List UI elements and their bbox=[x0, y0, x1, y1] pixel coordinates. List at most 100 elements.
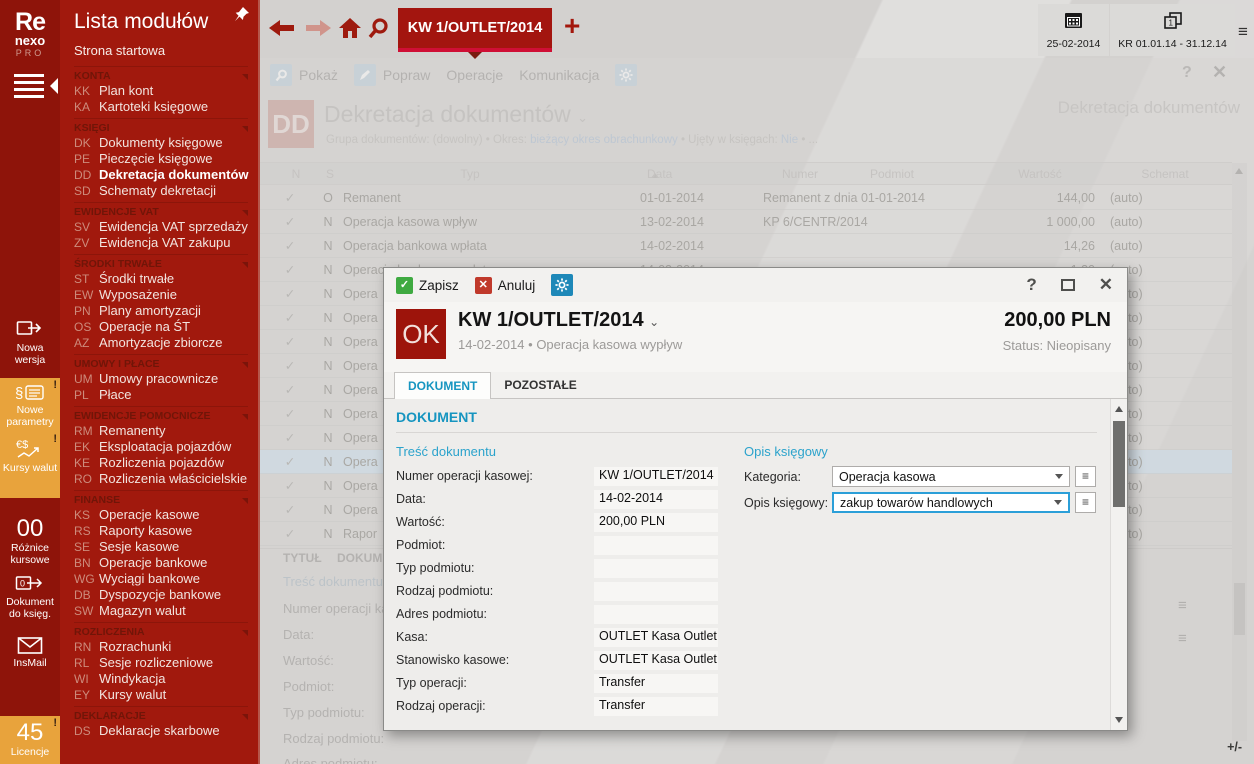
dialog-settings-button[interactable] bbox=[551, 274, 573, 296]
back-icon[interactable] bbox=[268, 19, 296, 37]
tab-pozostale[interactable]: POZOSTAŁE bbox=[491, 372, 589, 398]
sidebar-item-operacje-bankowe[interactable]: BNOperacje bankowe bbox=[74, 555, 248, 571]
svg-text:§: § bbox=[15, 385, 23, 402]
sidebar-item-srodki-trwale[interactable]: STŚrodki trwałe bbox=[74, 271, 248, 287]
sidebar-item-place[interactable]: PLPłace bbox=[74, 387, 248, 403]
sidebar-section-deklaracje[interactable]: DEKLARACJE bbox=[74, 706, 248, 723]
document-to-book-icon: 0 bbox=[15, 574, 45, 594]
sidebar-item-strona-startowa[interactable]: Strona startowa bbox=[74, 42, 248, 63]
field-label: Typ operacji: bbox=[396, 676, 594, 690]
pin-icon[interactable] bbox=[234, 6, 250, 22]
search-icon[interactable] bbox=[368, 17, 390, 39]
rail-item-nowa-wersja[interactable]: Nowa wersja bbox=[0, 312, 60, 374]
sidebar-item-operacje-kasowe[interactable]: KSOperacje kasowe bbox=[74, 507, 248, 523]
sidebar-item-pieczecie-ksiegowe[interactable]: PEPieczęcie księgowe bbox=[74, 151, 248, 167]
sidebar-section-ksiegi[interactable]: KSIĘGI bbox=[74, 118, 248, 135]
field-wartosc[interactable]: 200,00 PLN bbox=[594, 513, 718, 532]
scroll-thumb[interactable] bbox=[1113, 421, 1125, 507]
sidebar-item-rozliczenia-pojazdow[interactable]: KERozliczenia pojazdów bbox=[74, 455, 248, 471]
sidebar-section-rozliczenia[interactable]: ROZLICZENIA bbox=[74, 622, 248, 639]
scroll-up-icon[interactable] bbox=[1115, 406, 1123, 412]
sidebar-item-schematy-dekretacji[interactable]: SDSchematy dekretacji bbox=[74, 183, 248, 199]
field-data[interactable]: 14-02-2014 bbox=[594, 490, 718, 509]
field-adres-podmiotu[interactable] bbox=[594, 605, 718, 624]
sidebar-item-sesje-kasowe[interactable]: SESesje kasowe bbox=[74, 539, 248, 555]
dialog-scrollbar[interactable] bbox=[1110, 399, 1127, 730]
dialog-help-button[interactable]: ? bbox=[1026, 275, 1036, 295]
sidebar-item-rozliczenia-wlascicielskie[interactable]: RORozliczenia właścicielskie bbox=[74, 471, 248, 487]
opis-ksiegowy-list-button[interactable]: ≡ bbox=[1075, 492, 1096, 513]
sidebar-item-raporty-kasowe[interactable]: RSRaporty kasowe bbox=[74, 523, 248, 539]
sidebar-item-wyposazenie[interactable]: EWWyposażenie bbox=[74, 287, 248, 303]
field-typ-operacji[interactable]: Transfer bbox=[594, 674, 718, 693]
sidebar-section-finanse[interactable]: FINANSE bbox=[74, 490, 248, 507]
sidebar-item-plany-amortyzacji[interactable]: PNPlany amortyzacji bbox=[74, 303, 248, 319]
sidebar-item-kursy-walut[interactable]: EYKursy walut bbox=[74, 687, 248, 703]
rail-item-insmail[interactable]: InsMail bbox=[0, 630, 60, 678]
app-menu-button[interactable]: ≡ bbox=[1238, 22, 1248, 42]
save-button[interactable]: ✓ Zapisz bbox=[396, 277, 459, 294]
collapse-triangle-icon bbox=[242, 74, 248, 80]
sidebar-section-konta[interactable]: KONTA bbox=[74, 66, 248, 83]
sidebar-item-dyspozycje-bankowe[interactable]: DBDyspozycje bankowe bbox=[74, 587, 248, 603]
sidebar-section-umowy-i-place[interactable]: UMOWY I PŁACE bbox=[74, 354, 248, 371]
sidebar-section-ewidencje-pomocnicze[interactable]: EWIDENCJE POMOCNICZE bbox=[74, 406, 248, 423]
sidebar-item-dekretacja-dokumentow[interactable]: DDDekretacja dokumentów bbox=[74, 167, 248, 183]
section-label: ROZLICZENIA bbox=[74, 626, 145, 638]
sidebar-item-magazyn-walut[interactable]: SWMagazyn walut bbox=[74, 603, 248, 619]
rail-item-roznice-kursowe[interactable]: 00 Różnice kursowe bbox=[0, 512, 60, 560]
sidebar-item-plan-kont[interactable]: KKPlan kont bbox=[74, 83, 248, 99]
home-icon[interactable] bbox=[338, 16, 362, 40]
kategoria-dropdown[interactable]: Operacja kasowa bbox=[832, 466, 1070, 487]
sidebar-item-dokumenty-ksiegowe[interactable]: DKDokumenty księgowe bbox=[74, 135, 248, 151]
sidebar-item-sesje-rozliczeniowe[interactable]: RLSesje rozliczeniowe bbox=[74, 655, 248, 671]
rail-item-nowe-parametry[interactable]: ! § Nowe parametry bbox=[0, 378, 60, 432]
field-rodzaj-podmiotu[interactable] bbox=[594, 582, 718, 601]
sidebar-item-umowy-pracownicze[interactable]: UMUmowy pracownicze bbox=[74, 371, 248, 387]
tab-kw-1-outlet-2014[interactable]: KW 1/OUTLET/2014 bbox=[398, 8, 552, 52]
dialog-title[interactable]: KW 1/OUTLET/2014 ⌄ bbox=[458, 309, 1003, 332]
new-tab-button[interactable]: + bbox=[564, 10, 580, 42]
cancel-button[interactable]: ✕ Anuluj bbox=[475, 277, 536, 294]
dialog-close-button[interactable]: ✕ bbox=[1099, 275, 1113, 295]
alert-badge: ! bbox=[53, 379, 57, 391]
tab-dokument[interactable]: DOKUMENT bbox=[394, 372, 491, 399]
sidebar-item-kartoteki-ksiegowe[interactable]: KAKartoteki księgowe bbox=[74, 99, 248, 115]
sidebar-item-ewidencja-vat-sprzedazy[interactable]: SVEwidencja VAT sprzedaży bbox=[74, 219, 248, 235]
field-stanowisko-kasowe[interactable]: OUTLET Kasa Outlet bbox=[594, 651, 718, 670]
rail-item-dokument-do-ksieg[interactable]: 0 Dokument do księg. bbox=[0, 568, 60, 620]
sidebar-item-wyciagi-bankowe[interactable]: WGWyciągi bankowe bbox=[74, 571, 248, 587]
sidebar-section-ewidencje-vat[interactable]: EWIDENCJE VAT bbox=[74, 202, 248, 219]
sidebar-item-operacje-na-st[interactable]: OSOperacje na ŚT bbox=[74, 319, 248, 335]
sidebar-item-eksploatacja-pojazdow[interactable]: EKEksploatacja pojazdów bbox=[74, 439, 248, 455]
sidebar-item-amortyzacje-zbiorcze[interactable]: AZAmortyzacje zbiorcze bbox=[74, 335, 248, 351]
sidebar-item-rozrachunki[interactable]: RNRozrachunki bbox=[74, 639, 248, 655]
sidebar-section-srodki-trwale[interactable]: ŚRODKI TRWAŁE bbox=[74, 254, 248, 271]
rail-item-label: Nowa wersja bbox=[15, 342, 45, 366]
work-date-button[interactable]: 25-02-2014 bbox=[1038, 4, 1109, 56]
dialog-header: OK KW 1/OUTLET/2014 ⌄ 14-02-2014 • Opera… bbox=[384, 302, 1127, 372]
sidebar-item-deklaracje-skarbowe[interactable]: DSDeklaracje skarbowe bbox=[74, 723, 248, 739]
sidebar-item-windykacja[interactable]: WIWindykacja bbox=[74, 671, 248, 687]
kategoria-list-button[interactable]: ≡ bbox=[1075, 466, 1096, 487]
field-typ-podmiotu[interactable] bbox=[594, 559, 718, 578]
collapse-triangle-icon bbox=[242, 362, 248, 368]
field-podmiot[interactable] bbox=[594, 536, 718, 555]
sidebar-item-ewidencja-vat-zakupu[interactable]: ZVEwidencja VAT zakupu bbox=[74, 235, 248, 251]
field-rodzaj-operacji[interactable]: Transfer bbox=[594, 697, 718, 716]
rail-item-licencje[interactable]: ! 45 Licencje bbox=[0, 716, 60, 764]
forward-icon[interactable] bbox=[304, 19, 332, 37]
dialog-maximize-button[interactable] bbox=[1061, 279, 1075, 291]
opis-ksiegowy-dropdown[interactable]: zakup towarów handlowych bbox=[832, 492, 1070, 513]
field-label: Podmiot: bbox=[396, 538, 594, 552]
sidebar-item-remanenty[interactable]: RMRemanenty bbox=[74, 423, 248, 439]
zoom-plus-minus[interactable]: +/- bbox=[1227, 740, 1242, 754]
accounting-period-button[interactable]: 1 KR 01.01.14 - 31.12.14 bbox=[1110, 4, 1235, 56]
rail-item-kursy-walut[interactable]: ! €$ Kursy walut bbox=[0, 432, 60, 498]
field-numer-operacji[interactable]: KW 1/OUTLET/2014 bbox=[594, 467, 718, 486]
menu-collapse-button[interactable] bbox=[0, 66, 60, 106]
field-kasa[interactable]: OUTLET Kasa Outlet bbox=[594, 628, 718, 647]
scroll-down-icon[interactable] bbox=[1115, 717, 1123, 723]
period-pages-icon: 1 bbox=[1163, 12, 1183, 29]
app-window: Re nexo PRO Nowa wersja ! § bbox=[0, 0, 1254, 764]
